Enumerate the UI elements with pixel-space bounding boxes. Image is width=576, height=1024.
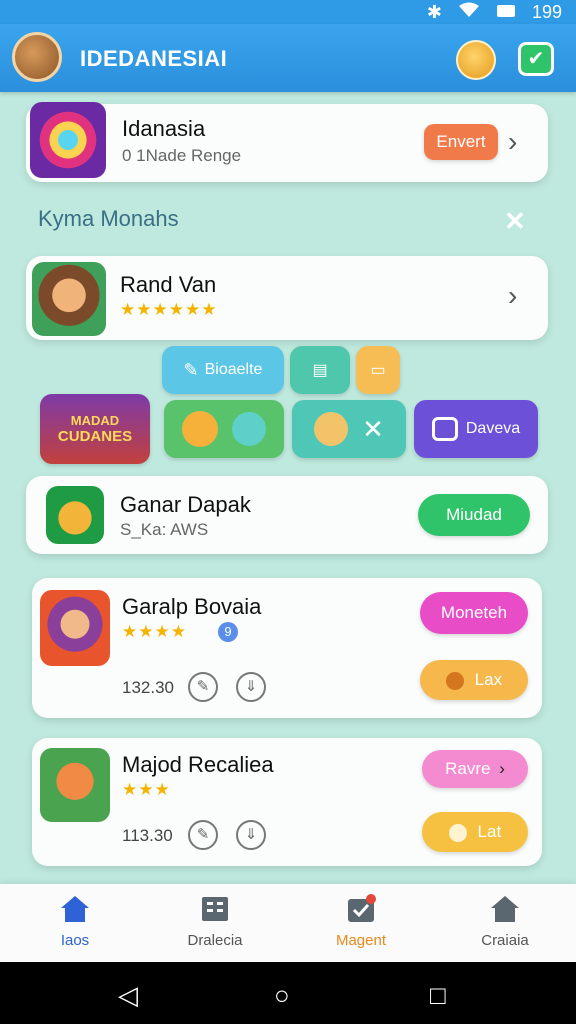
character-teal-icon <box>232 412 266 446</box>
recents-icon[interactable]: □ <box>430 980 446 1011</box>
featured-card[interactable]: Idanasia 0 1Nade Renge Envert › <box>26 102 548 182</box>
back-icon[interactable]: ◁ <box>118 980 138 1011</box>
profile-avatar[interactable] <box>456 40 496 80</box>
game-thumbnail <box>40 748 110 822</box>
chip-label: Daveva <box>465 420 521 437</box>
home-circle-icon[interactable]: ○ <box>274 980 290 1011</box>
chip-cudanes[interactable]: MADAD CUDANES <box>40 394 150 464</box>
rating-stars: ★★★★ <box>122 622 187 641</box>
character-icon <box>448 823 467 842</box>
app-logo <box>12 32 62 82</box>
chip-folder[interactable]: ▭ <box>356 346 400 394</box>
featured-thumbnail <box>30 102 106 178</box>
game-thumbnail <box>40 590 110 666</box>
game-action-button[interactable]: Miudad <box>418 494 530 536</box>
list-icon: ▤ <box>312 362 328 379</box>
house-icon <box>491 896 519 922</box>
bluetooth-icon: ✱ <box>426 2 442 22</box>
edit-icon[interactable]: ✎ <box>188 672 218 702</box>
wifi-icon <box>458 2 480 23</box>
app-title: IDEDANESIAI <box>80 46 228 71</box>
screen-icon <box>431 417 458 441</box>
folder-icon: ▭ <box>370 362 386 379</box>
nav-item-home[interactable]: Iaos <box>20 894 130 949</box>
home-icon <box>61 896 89 922</box>
game-card-ganar-dapak[interactable]: Ganar Dapak S_Ka: AWS Miudad <box>26 476 548 554</box>
nav-label: Magent <box>335 932 387 949</box>
chevron-right-icon: › <box>499 759 505 778</box>
check-icon: ✔ <box>527 48 545 70</box>
chip-characters-green[interactable] <box>164 400 284 458</box>
game-thumbnail <box>32 262 106 336</box>
check-box-icon <box>348 894 376 922</box>
game-name: Majod Recaliea <box>122 752 274 777</box>
shuffle-icon[interactable]: ✕ <box>504 206 532 236</box>
rating-badge: 9 <box>218 622 238 642</box>
chevron-right-icon[interactable]: › <box>508 126 517 158</box>
edit-icon[interactable]: ✎ <box>188 820 218 850</box>
game-card-majod-recaliea[interactable]: Majod Recaliea ★★★ 113.30 ✎ ⇓ Ravre › La… <box>32 738 542 866</box>
play-count: 132.30 <box>122 678 174 697</box>
nav-label: Craiaia <box>481 932 529 949</box>
nav-label: Dralecia <box>187 932 243 949</box>
game-thumbnail <box>46 486 104 544</box>
game-name: Ganar Dapak <box>120 492 251 517</box>
character-orange-icon <box>182 411 218 447</box>
chip-label: CUDANES <box>57 428 133 445</box>
character-face-icon <box>314 412 349 446</box>
featured-name: Idanasia <box>122 116 206 141</box>
download-icon[interactable]: ⇓ <box>236 672 266 702</box>
chip-list[interactable]: ▤ <box>290 346 350 394</box>
game-subtitle: S_Ka: AWS <box>120 520 209 539</box>
section-title: Kyma Monahs <box>38 206 179 231</box>
clock: 199 <box>531 2 562 22</box>
nav-label: Iaos <box>60 932 90 949</box>
chip-label: MADAD <box>70 413 120 428</box>
chip-label: Bioaelte <box>204 361 263 378</box>
chip-daveva[interactable]: Daveva <box>414 400 538 458</box>
game-card-garalp-bovaia[interactable]: Garalp Bovaia ★★★★ 9 132.30 ✎ ⇓ Moneteh … <box>32 578 542 718</box>
game-card-rand-van[interactable]: Rand Van ★★★★★★ › <box>26 256 548 340</box>
play-count: 113.30 <box>122 826 173 845</box>
game-name: Garalp Bovaia <box>122 594 262 619</box>
featured-action-button[interactable]: Envert <box>424 124 498 160</box>
edit-icon: ✎ <box>183 359 199 380</box>
secondary-action-button[interactable]: Lax <box>420 660 528 700</box>
bottom-navigation: Iaos Dralecia Magent Craiaia <box>0 884 576 962</box>
featured-subtitle: 0 1Nade Renge <box>122 146 242 165</box>
chevron-right-icon[interactable]: › <box>508 280 517 312</box>
rating-stars: ★★★ <box>122 780 171 799</box>
nav-item-dralecia[interactable]: Dralecia <box>160 894 270 949</box>
rating-stars: ★★★★★★ <box>120 300 218 319</box>
bird-icon: ✕ <box>362 413 384 444</box>
nav-item-craiaia[interactable]: Craiaia <box>450 894 560 949</box>
character-icon <box>445 671 464 690</box>
secondary-action-label: Lat <box>477 822 502 841</box>
check-button[interactable]: ✔ <box>518 42 554 76</box>
status-bar: ✱ 199 <box>0 0 576 24</box>
game-name: Rand Van <box>120 272 217 297</box>
chip-bioaelte[interactable]: ✎ Bioaelte <box>162 346 284 394</box>
primary-action-button[interactable]: Moneteh <box>420 592 528 634</box>
secondary-action-button[interactable]: Lat <box>422 812 528 852</box>
primary-action-button[interactable]: Ravre › <box>422 750 528 788</box>
system-navigation-bar: ◁ ○ □ <box>0 962 576 1024</box>
battery-icon <box>496 2 516 23</box>
primary-action-label: Ravre <box>445 759 491 778</box>
download-icon[interactable]: ⇓ <box>236 820 266 850</box>
book-icon <box>202 897 228 921</box>
nav-item-magent[interactable]: Magent <box>306 894 416 949</box>
app-bar: IDEDANESIAI ✔ <box>0 24 576 92</box>
chip-characters-teal[interactable]: ✕ <box>292 400 406 458</box>
secondary-action-label: Lax <box>474 670 503 689</box>
